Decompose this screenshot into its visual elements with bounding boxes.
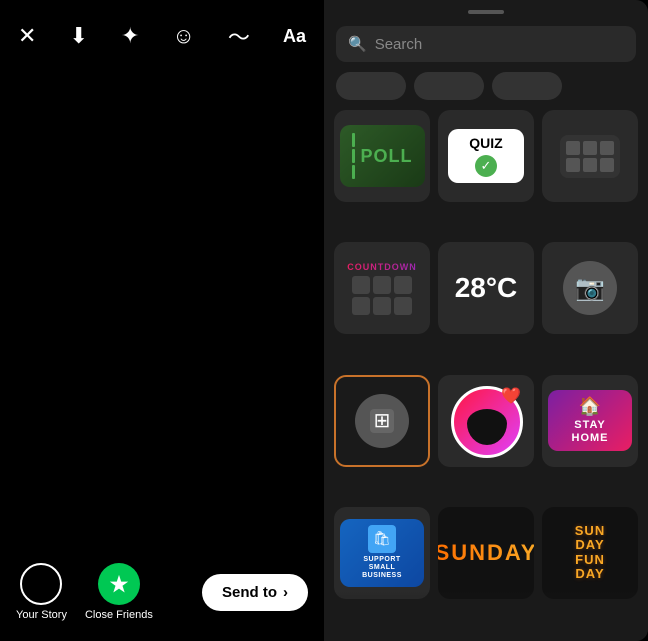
story-editor-panel: ✕ ⬇ ✦ ☺ 〜 Aa Your Story Close Friends Se… xyxy=(0,0,324,641)
grid-sticker-inner xyxy=(560,135,620,178)
camera-icon: 📷 xyxy=(563,261,617,315)
sunday-label: SUNDAY xyxy=(438,540,534,566)
sundayfunday-label: SUNDAYFUNDAY xyxy=(575,524,605,581)
poll-sticker-inner: POLL xyxy=(340,125,425,187)
close-friends-label: Close Friends xyxy=(85,609,153,621)
quiz-label: QUIZ xyxy=(469,135,502,151)
support-bag-icon: 🛍 xyxy=(368,525,396,553)
send-to-button[interactable]: Send to › xyxy=(202,574,308,611)
sticker-sundayfunday[interactable]: SUNDAYFUNDAY xyxy=(542,507,638,599)
sticker-add[interactable]: ⊞ xyxy=(334,375,430,467)
story-canvas xyxy=(0,62,324,551)
add-sticker-icon: ⊞ xyxy=(355,394,409,448)
sticker-camera[interactable]: 📷 xyxy=(542,242,638,334)
search-input[interactable] xyxy=(375,36,624,53)
close-friends-option[interactable]: Close Friends xyxy=(85,563,153,621)
close-friends-circle xyxy=(98,563,140,605)
effects-icon[interactable]: ✦ xyxy=(121,23,139,49)
emoji-icon[interactable]: ☺ xyxy=(172,23,194,49)
stay-home-heart-icon: 🏠 xyxy=(579,396,601,417)
search-bar[interactable]: 🔍 xyxy=(336,26,636,62)
support-label: SUPPORTSMALLBUSINESS xyxy=(362,556,402,581)
poll-lines-icon xyxy=(352,133,355,179)
send-to-label: Send to xyxy=(222,584,277,601)
bottom-bar: Your Story Close Friends Send to › xyxy=(0,551,324,641)
quiz-sticker-inner: QUIZ ✓ xyxy=(448,129,525,183)
sticker-countdown[interactable]: COUNTDOWN xyxy=(334,242,430,334)
your-story-circle xyxy=(20,563,62,605)
support-sticker-inner: 🛍 SUPPORTSMALLBUSINESS xyxy=(340,519,424,587)
countdown-bars xyxy=(352,276,412,315)
sticker-grid: POLL QUIZ ✓ COUNTDOWN xyxy=(324,110,648,641)
panel-handle xyxy=(468,10,504,14)
top-toolbar: ✕ ⬇ ✦ ☺ 〜 Aa xyxy=(0,0,324,62)
countdown-label: COUNTDOWN xyxy=(347,262,417,272)
temperature-label: 28°C xyxy=(455,272,518,304)
stay-home-sticker-inner: 🏠 STAYHOME xyxy=(548,390,632,451)
heart-icon: ❤️ xyxy=(501,386,521,406)
your-story-option[interactable]: Your Story xyxy=(16,563,67,621)
close-icon[interactable]: ✕ xyxy=(18,23,36,49)
search-icon: 🔍 xyxy=(348,35,367,53)
sticker-panel: 🔍 POLL QUIZ ✓ xyxy=(324,0,648,641)
text-tool-icon[interactable]: Aa xyxy=(283,26,306,47)
category-pill-selfie[interactable] xyxy=(492,72,562,100)
brush-icon[interactable]: 〜 xyxy=(228,20,250,52)
sticker-sunday[interactable]: SUNDAY xyxy=(438,507,534,599)
category-row xyxy=(324,72,648,110)
poll-label: POLL xyxy=(361,146,413,167)
quiz-check-icon: ✓ xyxy=(475,155,497,177)
sticker-stayhome[interactable]: 🏠 STAYHOME xyxy=(542,375,638,467)
sticker-poll[interactable]: POLL xyxy=(334,110,430,202)
sticker-temperature[interactable]: 28°C xyxy=(438,242,534,334)
countdown-sticker-inner: COUNTDOWN xyxy=(339,256,425,321)
send-to-arrow-icon: › xyxy=(283,584,288,601)
sticker-mouth[interactable]: ❤️ xyxy=(438,375,534,467)
mouth-inner xyxy=(467,409,507,445)
sticker-grid[interactable] xyxy=(542,110,638,202)
sticker-support[interactable]: 🛍 SUPPORTSMALLBUSINESS xyxy=(334,507,430,599)
mouth-sticker-wrapper: ❤️ xyxy=(451,386,521,456)
sticker-quiz[interactable]: QUIZ ✓ xyxy=(438,110,534,202)
category-pill-recent[interactable] xyxy=(414,72,484,100)
star-icon xyxy=(108,573,130,595)
category-pill-trending[interactable] xyxy=(336,72,406,100)
download-icon[interactable]: ⬇ xyxy=(69,23,87,49)
stay-home-label: STAYHOME xyxy=(572,419,609,445)
svg-text:⊞: ⊞ xyxy=(374,410,391,432)
your-story-label: Your Story xyxy=(16,609,67,621)
